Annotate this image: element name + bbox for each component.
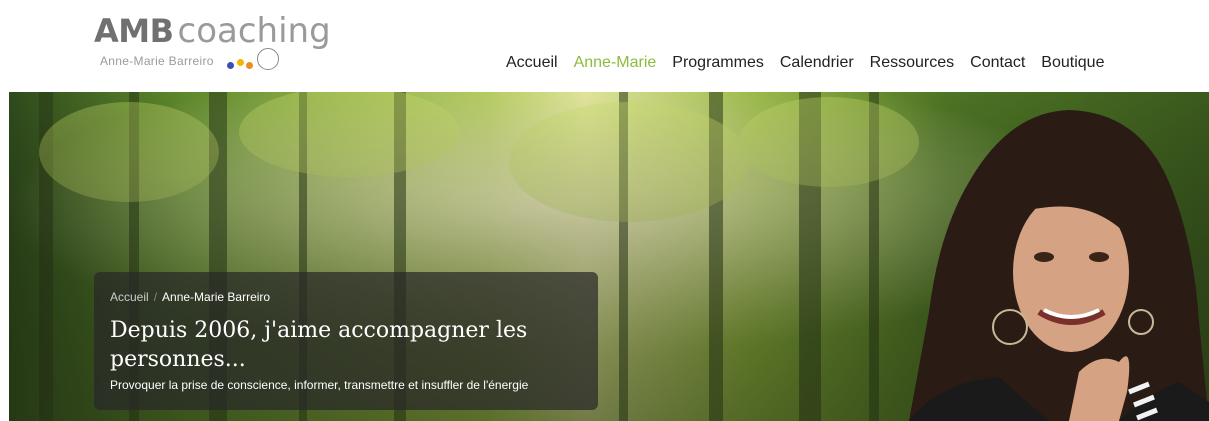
logo-dots-icon [224,48,280,74]
main-nav: Accueil Anne-Marie Programmes Calendrier… [506,54,1104,72]
site-header: AMB coaching Anne-Marie Barreiro Accueil … [0,0,1209,92]
site-logo[interactable]: AMB coaching Anne-Marie Barreiro [94,14,331,74]
nav-item-programmes[interactable]: Programmes [672,54,764,72]
breadcrumb: Accueil / Anne-Marie Barreiro [110,290,270,304]
breadcrumb-separator: / [153,290,158,304]
hero-banner: Accueil / Anne-Marie Barreiro Depuis 2006,… [9,92,1209,421]
hero-headline: Depuis 2006, j'aime accompagner les pers… [110,318,528,372]
yellow-dot-icon [237,59,244,66]
logo-wordmark: AMB coaching [94,14,331,48]
nav-item-contact[interactable]: Contact [970,54,1025,72]
logo-word: coaching [177,11,331,51]
breadcrumb-current: Anne-Marie Barreiro [162,290,271,304]
nav-item-accueil[interactable]: Accueil [506,54,558,72]
nav-item-boutique[interactable]: Boutique [1041,54,1104,72]
logo-brand: AMB [94,12,174,50]
orange-dot-icon [246,62,253,69]
nav-item-ressources[interactable]: Ressources [870,54,954,72]
ring-icon [257,48,279,70]
nav-item-calendrier[interactable]: Calendrier [780,54,854,72]
logo-tagline: Anne-Marie Barreiro [100,54,214,68]
blue-dot-icon [227,62,234,69]
breadcrumb-home-link[interactable]: Accueil [110,290,149,304]
hero-caption-box: Accueil / Anne-Marie Barreiro Depuis 2006,… [94,272,598,410]
hero-subline: Provoquer la prise de conscience, inform… [110,378,529,392]
nav-item-anne-marie[interactable]: Anne-Marie [574,54,657,72]
